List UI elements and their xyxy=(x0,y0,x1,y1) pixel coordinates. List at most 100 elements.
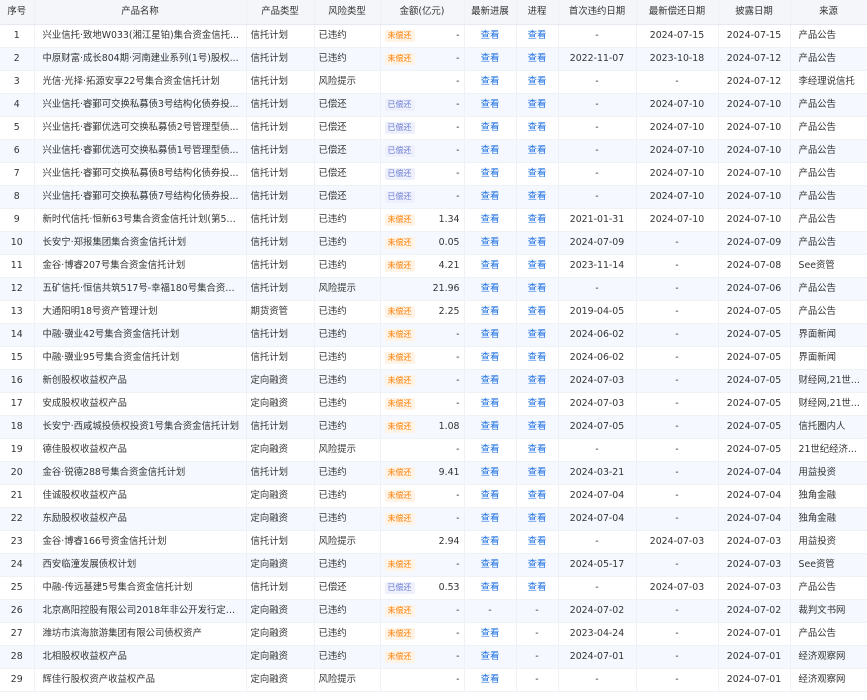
view-process-link[interactable]: 查看 xyxy=(528,145,547,156)
product-name[interactable]: 中融-传远基建5号集合资金信托计划 xyxy=(34,576,247,600)
view-progress-link[interactable]: 查看 xyxy=(481,283,500,294)
view-process-link[interactable]: 查看 xyxy=(528,582,547,593)
view-progress-link[interactable]: 查看 xyxy=(481,260,500,271)
view-process-link[interactable]: 查看 xyxy=(528,76,547,87)
product-name[interactable]: 兴业信托·睿鄞可交换私募债7号结构化债券投... xyxy=(34,185,247,209)
col-index-header[interactable]: 序号 xyxy=(0,0,35,25)
col-first-default-date-header[interactable]: 首次违约日期 xyxy=(558,0,637,25)
view-progress-link[interactable]: 查看 xyxy=(481,329,500,340)
view-progress-link[interactable]: 查看 xyxy=(481,490,500,501)
product-name[interactable]: 兴业信托·睿鄞优选可交换私募债1号管理型债... xyxy=(34,139,247,163)
view-progress-link[interactable]: 查看 xyxy=(481,467,500,478)
product-name[interactable]: 兴业信托·睿鄞优选可交换私募债2号管理型债... xyxy=(34,116,247,140)
view-process-link[interactable]: 查看 xyxy=(528,283,547,294)
product-name[interactable]: 西安临潼发展债权计划 xyxy=(34,553,247,577)
view-process-link[interactable]: 查看 xyxy=(528,191,547,202)
col-latest-repay-date-header[interactable]: 最新偿还日期 xyxy=(636,0,719,25)
product-name[interactable]: 兴业信托·睿鄞可交换私募债8号结构化债券投... xyxy=(34,162,247,186)
product-name[interactable]: 金谷·博睿207号集合资金信托计划 xyxy=(34,254,247,278)
product-name[interactable]: 光信·光择·拓源安享22号集合资金信托计划 xyxy=(34,70,247,94)
view-progress-link[interactable]: 查看 xyxy=(481,306,500,317)
view-progress-link[interactable]: 查看 xyxy=(481,30,500,41)
view-progress-link[interactable]: 查看 xyxy=(481,651,500,662)
view-progress-link[interactable]: 查看 xyxy=(481,628,500,639)
product-name[interactable]: 潍坊市滨海旅游集团有限公司债权资产 xyxy=(34,622,247,646)
view-progress-link[interactable]: 查看 xyxy=(481,237,500,248)
view-progress-link[interactable]: 查看 xyxy=(481,421,500,432)
view-process-link[interactable]: 查看 xyxy=(528,214,547,225)
view-process-link[interactable]: 查看 xyxy=(528,536,547,547)
view-process-link[interactable]: 查看 xyxy=(528,306,547,317)
view-process-link[interactable]: 查看 xyxy=(528,467,547,478)
view-progress-link[interactable]: 查看 xyxy=(481,145,500,156)
view-process-link[interactable]: 查看 xyxy=(528,559,547,570)
product-name[interactable]: 兴业信托·致地W033(湘江星铂)集合资金信托... xyxy=(34,24,247,48)
view-progress-link[interactable]: 查看 xyxy=(481,536,500,547)
product-name[interactable]: 五矿信托·恒信共筑517号-幸福180号集合资金... xyxy=(34,277,247,301)
product-name[interactable]: 新创股权收益权产品 xyxy=(34,369,247,393)
view-progress-link[interactable]: 查看 xyxy=(481,352,500,363)
col-amount-header[interactable]: 金额(亿元) xyxy=(380,0,465,25)
view-progress-link[interactable]: 查看 xyxy=(481,99,500,110)
view-progress-link[interactable]: 查看 xyxy=(481,53,500,64)
product-name[interactable]: 安成股权收益权产品 xyxy=(34,392,247,416)
col-disclose-date-header[interactable]: 披露日期 xyxy=(718,0,791,25)
view-process-link[interactable]: 查看 xyxy=(528,375,547,386)
view-process-link[interactable]: 查看 xyxy=(528,444,547,455)
view-progress-link[interactable]: 查看 xyxy=(481,191,500,202)
amount-value: - xyxy=(456,489,460,501)
col-product-type-header[interactable]: 产品类型 xyxy=(246,0,315,25)
col-product-name-header[interactable]: 产品名称 xyxy=(34,0,247,25)
view-process-link[interactable]: 查看 xyxy=(528,99,547,110)
view-process-link[interactable]: 查看 xyxy=(528,352,547,363)
product-name[interactable]: 北京高阳控股有限公司2018年非公开发行定向... xyxy=(34,599,247,623)
view-process-link[interactable]: 查看 xyxy=(528,398,547,409)
view-process-link[interactable]: 查看 xyxy=(528,53,547,64)
product-name[interactable]: 长安宁·西咸城投债权投资1号集合资金信托计划 xyxy=(34,415,247,439)
product-name[interactable]: 大通阳明18号资产管理计划 xyxy=(34,300,247,324)
product-name[interactable]: 金谷·博睿166号资金信托计划 xyxy=(34,530,247,554)
view-process-link[interactable]: 查看 xyxy=(528,513,547,524)
product-name[interactable]: 佳诚股权收益权产品 xyxy=(34,484,247,508)
product-name[interactable]: 长安宁·郑报集团集合资金信托计划 xyxy=(34,231,247,255)
view-process-link[interactable]: 查看 xyxy=(528,329,547,340)
view-progress-link[interactable]: 查看 xyxy=(481,559,500,570)
view-process-link[interactable]: 查看 xyxy=(528,421,547,432)
view-process-link[interactable]: 查看 xyxy=(528,237,547,248)
view-progress-link[interactable]: 查看 xyxy=(481,674,500,685)
product-name[interactable]: 中融·骥业95号集合资金信托计划 xyxy=(34,346,247,370)
view-progress-link[interactable]: 查看 xyxy=(481,76,500,87)
col-process-header[interactable]: 进程 xyxy=(516,0,559,25)
product-name[interactable]: 德佳股权收益权产品 xyxy=(34,438,247,462)
col-risk-type-header[interactable]: 风险类型 xyxy=(314,0,381,25)
view-progress-link[interactable]: 查看 xyxy=(481,398,500,409)
risk-type: 已违约 xyxy=(314,300,381,324)
product-name[interactable]: 兴业信托·睿鄞可交换私募债3号结构化债券投... xyxy=(34,93,247,117)
view-process-link[interactable]: 查看 xyxy=(528,168,547,179)
col-source-header[interactable]: 来源 xyxy=(790,0,867,25)
view-process-link[interactable]: 查看 xyxy=(528,122,547,133)
table-row: 20 金谷·锐德288号集合资金信托计划 信托计划 已违约 未偿还 9.41 查看 查看 202… xyxy=(0,461,867,485)
product-name[interactable]: 北相股权收益权产品 xyxy=(34,645,247,669)
product-name[interactable]: 东励股权收益权产品 xyxy=(34,507,247,531)
product-name[interactable]: 中原财富·成长804期·河南建业系列(1号)股权... xyxy=(34,47,247,71)
view-process-link[interactable]: 查看 xyxy=(528,30,547,41)
product-name[interactable]: 辉佳行股权资产收益权产品 xyxy=(34,668,247,692)
product-name[interactable]: 新时代信托·恒新63号集合资金信托计划(第55期) xyxy=(34,208,247,232)
view-progress-link[interactable]: 查看 xyxy=(481,375,500,386)
view-progress-link[interactable]: 查看 xyxy=(481,444,500,455)
view-process-link[interactable]: 查看 xyxy=(528,490,547,501)
col-latest-progress-header[interactable]: 最新进展 xyxy=(464,0,517,25)
latest-repay-date: - xyxy=(636,622,719,646)
view-progress-link[interactable]: 查看 xyxy=(481,122,500,133)
view-progress-link[interactable]: 查看 xyxy=(481,513,500,524)
view-progress-link[interactable]: 查看 xyxy=(481,168,500,179)
view-process-link[interactable]: 查看 xyxy=(528,260,547,271)
disclose-date: 2024-07-15 xyxy=(718,24,791,48)
product-name[interactable]: 中融·骥业42号集合资金信托计划 xyxy=(34,323,247,347)
table-header: 序号 产品名称 产品类型 风险类型 金额(亿元) 最新进展 进程 首次违约日期 最新偿还日期 披露… xyxy=(0,0,867,25)
view-progress-link[interactable]: 查看 xyxy=(481,582,500,593)
product-name[interactable]: 金谷·锐德288号集合资金信托计划 xyxy=(34,461,247,485)
first-default-date: 2024-07-04 xyxy=(558,507,637,531)
view-progress-link[interactable]: 查看 xyxy=(481,214,500,225)
